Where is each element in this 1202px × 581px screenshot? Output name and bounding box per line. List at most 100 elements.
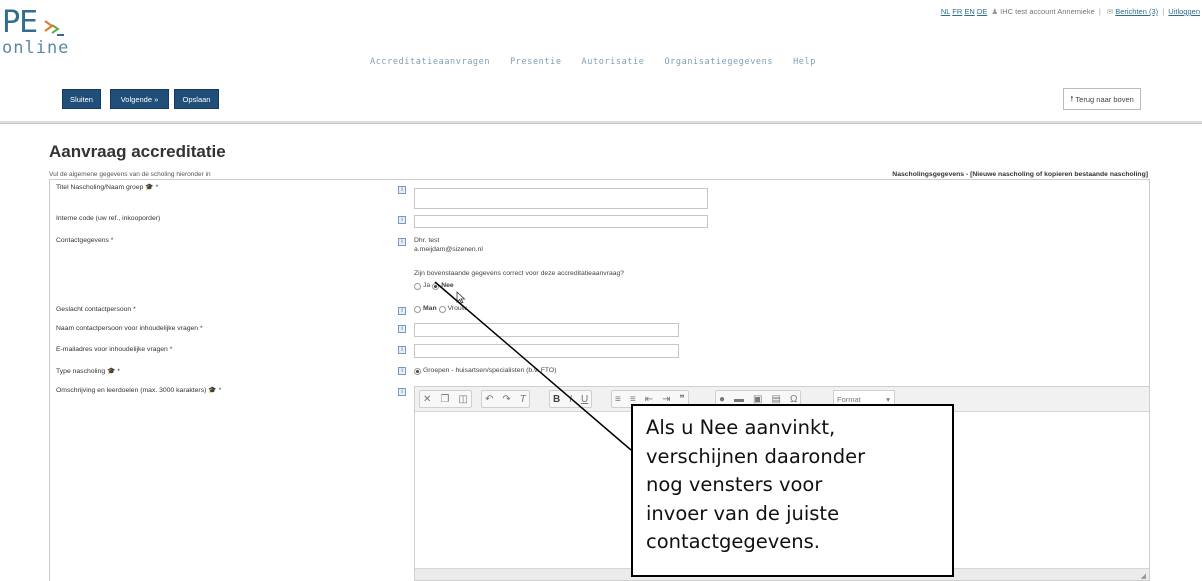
type-label: Type nascholing 🎓 * [56, 367, 120, 375]
callout-line: invoer van de juiste [646, 501, 840, 525]
content-contact-label: Naam contactpersoon voor inhoudelijke vr… [56, 325, 203, 332]
nav-organisatiegegevens[interactable]: Organisatiegegevens [664, 57, 773, 67]
paste-icon[interactable]: ◫ [458, 394, 467, 405]
cap-icon: 🎓 [107, 368, 116, 375]
pe-online-logo[interactable]: PE online [2, 8, 92, 58]
female-label: Vrouw [447, 305, 467, 312]
unlink-icon[interactable]: ▬ [734, 394, 744, 405]
table-icon[interactable]: ▤ [772, 394, 781, 405]
page-title: Aanvraag accreditatie [49, 142, 226, 161]
user-icon: ♟ [991, 7, 999, 16]
lang-nl-link[interactable]: NL [941, 7, 950, 16]
undo-icon[interactable]: ↶ [485, 394, 493, 405]
nav-accreditatieaanvragen[interactable]: Accreditatieaanvragen [370, 57, 490, 67]
male-label: Man [423, 305, 437, 312]
link-icon[interactable]: ● [719, 394, 725, 405]
header-divider [0, 121, 1202, 124]
blockquote-icon[interactable]: ❞ [679, 394, 684, 405]
title-field-label: Titel Nascholing/Naam groep 🎓 * [56, 183, 158, 191]
female-radio[interactable] [438, 306, 446, 313]
top-links: NL FR EN DE ♟ IHC test account Annemieke … [941, 7, 1200, 16]
description-label: Omschrijving en leerdoelen (max. 3000 ka… [56, 386, 221, 394]
content-contact-input[interactable] [414, 323, 679, 337]
gender-label: Geslacht contactpersoon * [56, 306, 136, 313]
indent-icon[interactable]: ⇥ [662, 394, 670, 405]
resize-handle-icon[interactable]: ◢ [1141, 572, 1146, 580]
logo-online-text: online [2, 38, 70, 58]
italic-icon[interactable]: I [569, 394, 572, 405]
next-button[interactable]: Volgende » [110, 89, 169, 109]
main-nav: Accreditatieaanvragen Presentie Autorisa… [370, 57, 816, 67]
page-intro: Vul de algemene gegevens van de scholing… [49, 171, 211, 178]
title-field-text: Titel Nascholing/Naam groep [56, 184, 144, 191]
logo-pe-text: PE [2, 5, 38, 40]
lang-en-link[interactable]: EN [964, 7, 974, 16]
contact-name: Dhr. test [414, 237, 440, 244]
required-mark: * [117, 368, 121, 375]
arrow-up-icon: 🠕 [1070, 93, 1074, 103]
annotation-callout: Als u Nee aanvinkt, verschijnen daaronde… [631, 404, 954, 577]
cut-icon[interactable]: ✕ [423, 394, 431, 405]
nav-autorisatie[interactable]: Autorisatie [582, 57, 645, 67]
copy-icon[interactable]: ❐ [440, 394, 449, 405]
contact-correct-radios: Ja Nee [414, 282, 454, 290]
outdent-icon[interactable]: ⇤ [645, 394, 653, 405]
male-radio[interactable] [414, 306, 421, 313]
back-to-top-label: Terug naar boven [1075, 94, 1134, 104]
info-icon[interactable]: i [398, 388, 406, 396]
style-group: B I U [549, 390, 593, 408]
underline-icon[interactable]: U [581, 394, 588, 405]
numbered-list-icon[interactable]: ≡ [615, 394, 621, 405]
info-icon[interactable]: i [398, 238, 406, 246]
info-icon[interactable]: i [398, 346, 406, 354]
special-char-icon[interactable]: Ω [790, 394, 797, 405]
history-group: ↶ ↷ T [481, 390, 530, 408]
info-icon[interactable]: i [398, 216, 406, 224]
redo-icon[interactable]: ↷ [502, 394, 510, 405]
clear-format-icon[interactable]: T [520, 394, 526, 405]
save-button[interactable]: Opslaan [174, 89, 219, 109]
title-input[interactable] [414, 188, 708, 209]
logo-arrows-icon [44, 20, 64, 36]
callout-line: verschijnen daaronder [646, 444, 866, 468]
content-email-input[interactable] [414, 344, 679, 358]
callout-line: contactgegevens. [646, 530, 820, 554]
bold-icon[interactable]: B [553, 394, 560, 405]
format-value: Format [837, 394, 861, 404]
yes-label: Ja [423, 282, 431, 289]
close-button[interactable]: Sluiten [62, 89, 101, 109]
scholing-info: Nascholingsgegevens - [Nieuwe nascholing… [892, 171, 1148, 178]
info-icon[interactable]: i [398, 325, 406, 333]
type-radio[interactable] [414, 368, 421, 375]
content-email-label: E-mailadres voor inhoudelijke vragen * [56, 346, 173, 353]
required-mark: * [218, 387, 222, 394]
lang-de-link[interactable]: DE [977, 7, 987, 16]
info-icon[interactable]: i [398, 186, 406, 194]
back-to-top-button[interactable]: 🠕 Terug naar boven [1063, 88, 1141, 110]
cap-icon: 🎓 [145, 184, 154, 191]
contact-details: Dhr. test a.meijdam@sizenen.nl [414, 236, 483, 254]
contact-email: a.meijdam@sizenen.nl [414, 246, 483, 253]
messages-link[interactable]: Berichten (3) [1115, 7, 1158, 16]
scholing-info-label: Nascholingsgegevens - [892, 171, 971, 178]
image-icon[interactable]: ▣ [753, 394, 762, 405]
info-icon[interactable]: i [398, 307, 406, 315]
lang-fr-link[interactable]: FR [952, 7, 962, 16]
gender-radios: Man Vrouw [414, 305, 467, 313]
new-or-copy-link[interactable]: [Nieuwe nascholing of kopieren bestaande… [970, 171, 1148, 178]
nav-help[interactable]: Help [793, 57, 816, 67]
bullet-list-icon[interactable]: ≡ [630, 394, 636, 405]
type-option: Groepen - huisartsen/specialisten (b.v. … [423, 367, 557, 374]
cap-icon: 🎓 [208, 387, 217, 394]
yes-radio[interactable] [414, 283, 421, 290]
type-radios: Groepen - huisartsen/specialisten (b.v. … [414, 367, 557, 375]
no-radio[interactable] [432, 283, 440, 290]
no-label: Nee [441, 282, 454, 289]
logout-link[interactable]: Uitloggen [1168, 7, 1200, 16]
info-icon[interactable]: i [398, 367, 406, 375]
internal-code-label: Interne code (uw ref., inkooporder) [56, 215, 161, 222]
type-label-text: Type nascholing [56, 368, 106, 375]
separator: | [1162, 7, 1165, 16]
internal-code-input[interactable] [414, 215, 708, 228]
nav-presentie[interactable]: Presentie [510, 57, 561, 67]
